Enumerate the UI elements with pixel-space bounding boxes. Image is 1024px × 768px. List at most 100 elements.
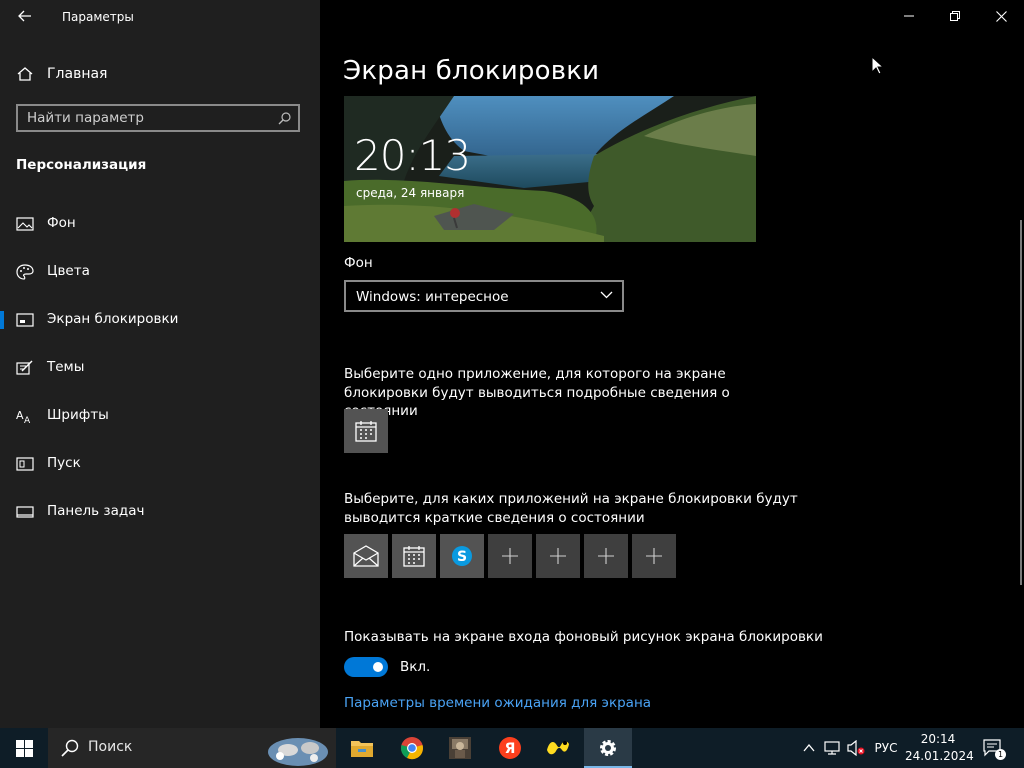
tray-overflow-button[interactable]	[800, 728, 818, 768]
quick-status-calendar-tile[interactable]	[392, 534, 436, 578]
yandex-market-icon	[547, 741, 569, 755]
quick-status-skype-tile[interactable]: S	[440, 534, 484, 578]
search-icon[interactable]	[278, 111, 292, 125]
quick-status-add-tile[interactable]	[488, 534, 532, 578]
signin-background-label: Показывать на экране входа фоновый рисун…	[344, 629, 823, 645]
chevron-up-icon	[803, 744, 815, 752]
close-button[interactable]	[978, 0, 1024, 32]
tray-network[interactable]	[822, 728, 842, 768]
start-button[interactable]	[0, 728, 48, 768]
minimize-button[interactable]	[886, 0, 932, 32]
mouse-cursor-icon	[871, 56, 883, 75]
palette-icon	[16, 264, 34, 280]
taskbar-search[interactable]: Поиск	[48, 728, 336, 768]
sidebar-item-themes[interactable]: Темы	[0, 352, 320, 384]
taskbar-chrome[interactable]	[388, 728, 436, 768]
section-title: Персонализация	[16, 157, 147, 173]
taskbar-file-explorer[interactable]	[338, 728, 386, 768]
quick-status-description: Выберите, для каких приложений на экране…	[344, 491, 798, 526]
taskbar-yandex-market[interactable]	[534, 728, 582, 768]
themes-icon	[16, 360, 33, 375]
search-highlight-image	[268, 738, 328, 766]
start-icon	[16, 457, 34, 471]
tray-volume[interactable]	[846, 728, 866, 768]
taskbar-settings[interactable]	[584, 728, 632, 768]
taskbar-search-label: Поиск	[88, 739, 133, 755]
notification-badge: 1	[995, 749, 1006, 760]
svg-text:S: S	[457, 549, 467, 565]
sidebar-item-taskbar[interactable]: Панель задач	[0, 496, 320, 528]
calendar-icon	[355, 421, 377, 442]
windows-logo-icon	[15, 739, 33, 757]
restore-button[interactable]	[932, 0, 978, 32]
preview-date: среда, 24 января	[356, 186, 465, 200]
quick-status-mail-tile[interactable]	[344, 534, 388, 578]
plus-icon	[550, 548, 566, 564]
nav-home-label: Главная	[47, 66, 108, 82]
screen-timeout-link[interactable]: Параметры времени ожидания для экрана	[344, 695, 651, 711]
taskbar-yandex-browser[interactable]: Я	[486, 728, 534, 768]
tray-language[interactable]: РУС	[870, 728, 902, 768]
file-explorer-icon	[351, 741, 373, 757]
game-app-icon	[449, 737, 471, 759]
nav-home[interactable]: Главная	[16, 62, 306, 86]
search-box[interactable]	[16, 104, 300, 132]
search-input[interactable]	[27, 109, 267, 127]
sidebar-item-label: Фон	[47, 215, 76, 231]
volume-muted-icon	[847, 740, 865, 756]
settings-icon	[600, 740, 616, 756]
sidebar-item-label: Цвета	[47, 263, 90, 279]
sidebar-item-label: Темы	[47, 359, 85, 375]
preview-time: 20:13	[354, 131, 471, 180]
language-indicator: РУС	[874, 741, 898, 755]
page-title: Экран блокировки	[343, 56, 600, 86]
scrollbar[interactable]	[1020, 220, 1022, 585]
sidebar-item-start[interactable]: Пуск	[0, 448, 320, 480]
sidebar-item-background[interactable]: Фон	[0, 208, 320, 240]
svg-text:A: A	[16, 409, 24, 422]
toggle-knob	[373, 662, 383, 672]
taskbar-clock[interactable]: 20:14 24.01.2024	[905, 731, 974, 765]
back-arrow-icon	[18, 10, 31, 22]
quick-status-add-tile[interactable]	[584, 534, 628, 578]
quick-status-add-tile[interactable]	[632, 534, 676, 578]
fonts-icon: AA	[16, 409, 31, 424]
svg-text:A: A	[24, 416, 31, 424]
sidebar-item-fonts[interactable]: AA Шрифты	[0, 400, 320, 432]
back-button[interactable]	[14, 6, 36, 26]
lock-screen-icon	[16, 313, 34, 327]
calendar-icon	[403, 546, 425, 567]
lock-screen-preview: 20:13 среда, 24 января	[344, 96, 756, 242]
sidebar-item-label: Шрифты	[47, 407, 109, 423]
sidebar-item-label: Панель задач	[47, 503, 145, 519]
taskbar-game-app[interactable]	[436, 728, 484, 768]
clock-time: 20:14	[920, 732, 956, 746]
toggle-state-label: Вкл.	[400, 659, 431, 675]
background-dropdown[interactable]: Windows: интересное	[344, 280, 624, 312]
svg-text:Я: Я	[505, 741, 516, 757]
skype-icon: S	[452, 546, 472, 566]
window-title: Параметры	[62, 10, 134, 24]
sidebar-item-lock-screen[interactable]: Экран блокировки	[0, 304, 320, 336]
plus-icon	[598, 548, 614, 564]
detailed-status-app-tile[interactable]	[344, 409, 388, 453]
close-icon	[995, 10, 1007, 22]
search-icon	[61, 739, 79, 757]
home-icon	[17, 67, 33, 81]
image-icon	[16, 217, 34, 231]
quick-status-add-tile[interactable]	[536, 534, 580, 578]
plus-icon	[502, 548, 518, 564]
yandex-browser-icon: Я	[499, 737, 521, 759]
sidebar: Параметры Главная Персонализация Фон Цве…	[0, 0, 320, 728]
taskbar: Поиск Я РУС 20:14 24.01.2024 1	[0, 728, 1024, 768]
background-dropdown-value: Windows: интересное	[356, 289, 509, 305]
selection-indicator	[0, 311, 4, 329]
sidebar-item-colors[interactable]: Цвета	[0, 256, 320, 288]
chrome-icon	[401, 737, 423, 760]
action-center-button[interactable]: 1	[978, 728, 1008, 768]
signin-background-toggle[interactable]	[344, 657, 388, 677]
network-icon	[824, 741, 840, 755]
detailed-status-description: Выберите одно приложение, для которого н…	[344, 366, 730, 419]
chevron-down-icon	[600, 291, 613, 299]
background-label: Фон	[344, 255, 373, 271]
